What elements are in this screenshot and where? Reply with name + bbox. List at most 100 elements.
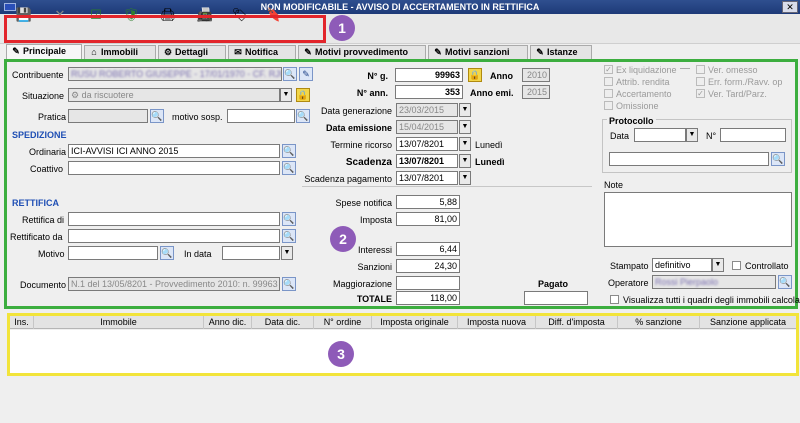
chevron-down-icon[interactable]: ▼ xyxy=(459,171,471,185)
documento-field[interactable]: N.1 del 13/05/8201 - Provvedimento 2010:… xyxy=(68,277,280,291)
chevron-down-icon[interactable]: ▼ xyxy=(686,128,698,142)
spese-notifica-field[interactable]: 5,88 xyxy=(396,195,460,209)
ver-tard-checkbox[interactable]: ✓ xyxy=(696,89,705,98)
protocollo-numero-field[interactable] xyxy=(720,128,786,142)
nann-label: N° ann. xyxy=(356,88,388,98)
scadenza-field[interactable]: 13/07/8201 xyxy=(396,154,458,168)
lock-icon[interactable]: 🔒 xyxy=(296,88,310,102)
situazione-select[interactable]: ⚙ da riscuotere xyxy=(68,88,280,102)
spedizione-section-title: SPEDIZIONE xyxy=(12,130,67,140)
protocollo-title: Protocollo xyxy=(607,116,656,126)
data-emissione-field[interactable]: 15/04/2015 xyxy=(396,120,458,134)
motivo-sosp-field[interactable] xyxy=(227,109,295,123)
pen-icon: ✎ xyxy=(304,47,312,57)
controllato-label: Controllato xyxy=(745,261,789,271)
imposta-field[interactable]: 81,00 xyxy=(396,212,460,226)
chevron-down-icon[interactable]: ▼ xyxy=(459,103,471,117)
rettificato-da-field[interactable] xyxy=(68,229,280,243)
anno-emi-label: Anno emi. xyxy=(470,88,514,98)
sanzioni-label: Sanzioni xyxy=(357,262,392,272)
badge-1: 1 xyxy=(329,15,355,41)
ver-tard-label: Ver. Tard/Parz. xyxy=(708,89,767,99)
stampato-select[interactable]: definitivo xyxy=(652,258,712,272)
protocollo-numero-label: N° xyxy=(706,131,717,141)
note-textarea[interactable] xyxy=(604,192,792,247)
termine-ricorso-field[interactable]: 13/07/8201 xyxy=(396,137,458,151)
nann-field[interactable]: 353 xyxy=(395,85,463,99)
envelope-icon: ✉ xyxy=(234,47,242,57)
search-icon[interactable]: 🔍 xyxy=(771,152,785,166)
operatore-field[interactable]: Rossi Pierpaolo xyxy=(652,275,776,289)
totale-field[interactable]: 118,00 xyxy=(396,291,460,305)
note-label: Note xyxy=(604,180,624,190)
pagato-field[interactable] xyxy=(524,291,588,305)
ex-liquidazione-label: Ex liquidazione xyxy=(616,65,677,75)
search-icon[interactable]: 🔍 xyxy=(282,229,296,243)
search-icon[interactable]: 🔍 xyxy=(778,275,792,289)
tab-motivi-provvedimento[interactable]: ✎ Motivi provvedimento xyxy=(298,45,426,60)
visualizza-checkbox[interactable] xyxy=(610,295,619,304)
interessi-label: Interessi xyxy=(357,245,392,255)
search-icon[interactable]: 🔍 xyxy=(160,246,174,260)
rettifica-di-field[interactable] xyxy=(68,212,280,226)
scadenza-label: Scadenza xyxy=(345,157,392,168)
chevron-down-icon[interactable]: ▼ xyxy=(712,258,724,272)
lock-icon[interactable]: 🔒 xyxy=(468,68,482,82)
chevron-down-icon[interactable]: ▼ xyxy=(459,154,471,168)
tab-motivi-sanzioni[interactable]: ✎ Motivi sanzioni xyxy=(428,45,528,60)
close-window-button[interactable]: ✕ xyxy=(782,1,798,13)
search-icon[interactable]: 🔍 xyxy=(282,144,296,158)
stampato-label: Stampato xyxy=(610,261,649,271)
visualizza-label: Visualizza tutti i quadri degli immobili… xyxy=(623,295,800,305)
tab-dettagli[interactable]: ⚙ Dettagli xyxy=(158,45,226,60)
toolbar-highlight-frame xyxy=(4,15,326,43)
interessi-field[interactable]: 6,44 xyxy=(396,242,460,256)
sanzioni-field[interactable]: 24,30 xyxy=(396,259,460,273)
chevron-down-icon[interactable]: ▼ xyxy=(281,246,293,260)
edit-icon[interactable]: ✎ xyxy=(299,67,313,81)
rettifica-section-title: RETTIFICA xyxy=(12,198,59,208)
err-form-label: Err. form./Ravv. op xyxy=(708,77,783,87)
bottom-area xyxy=(0,378,800,423)
tab-notifica[interactable]: ✉ Notifica xyxy=(228,45,296,60)
window-title: NON MODIFICABILE - AVVISO DI ACCERTAMENT… xyxy=(260,2,540,12)
termine-ricorso-label: Termine ricorso xyxy=(330,140,392,150)
chevron-down-icon[interactable]: ▼ xyxy=(280,88,292,102)
chevron-down-icon[interactable]: ▼ xyxy=(459,137,471,151)
pratica-field[interactable] xyxy=(68,109,148,123)
search-icon[interactable]: 🔍 xyxy=(282,212,296,226)
search-icon[interactable]: 🔍 xyxy=(150,109,164,123)
omissione-label: Omissione xyxy=(616,101,659,111)
ng-field[interactable]: 99963 xyxy=(395,68,463,82)
omissione-checkbox[interactable] xyxy=(604,101,613,110)
tab-immobili[interactable]: ⌂ Immobili xyxy=(84,45,156,60)
protocollo-data-field[interactable] xyxy=(634,128,686,142)
maggiorazione-field[interactable] xyxy=(396,276,460,290)
operatore-label: Operatore xyxy=(608,278,649,288)
in-data-field[interactable] xyxy=(222,246,280,260)
chevron-down-icon[interactable]: ▼ xyxy=(459,120,471,134)
ver-omesso-checkbox[interactable] xyxy=(696,65,705,74)
rettifica-di-label: Rettifica di xyxy=(22,215,65,225)
data-generazione-field[interactable]: 23/03/2015 xyxy=(396,103,458,117)
tab-istanze[interactable]: ✎ Istanze xyxy=(530,45,592,60)
ex-liquidazione-checkbox[interactable]: ✓ xyxy=(604,65,613,74)
imposta-label: Imposta xyxy=(359,215,392,225)
anno-field[interactable]: 2010 xyxy=(522,68,550,82)
search-icon[interactable]: 🔍 xyxy=(282,277,296,291)
err-form-checkbox[interactable] xyxy=(696,77,705,86)
contribuente-field[interactable]: RUSU ROBERTO GIUSEPPE - 17/01/1970 - CF.… xyxy=(68,67,282,81)
ordinaria-field[interactable]: ICI-AVVISI ICI ANNO 2015 xyxy=(68,144,280,158)
badge-3: 3 xyxy=(328,341,354,367)
attrib-rendita-checkbox[interactable] xyxy=(604,77,613,86)
search-icon[interactable]: 🔍 xyxy=(283,67,297,81)
protocollo-extra-field[interactable] xyxy=(609,152,769,166)
accertamento-checkbox[interactable] xyxy=(604,89,613,98)
search-icon[interactable]: 🔍 xyxy=(282,161,296,175)
coattivo-field[interactable] xyxy=(68,161,280,175)
controllato-checkbox[interactable] xyxy=(732,261,741,270)
scadenza-pagamento-field[interactable]: 13/07/8201 xyxy=(396,171,458,185)
motivo-field[interactable] xyxy=(68,246,158,260)
maggiorazione-label: Maggiorazione xyxy=(332,279,392,289)
anno-emi-field[interactable]: 2015 xyxy=(522,85,550,99)
